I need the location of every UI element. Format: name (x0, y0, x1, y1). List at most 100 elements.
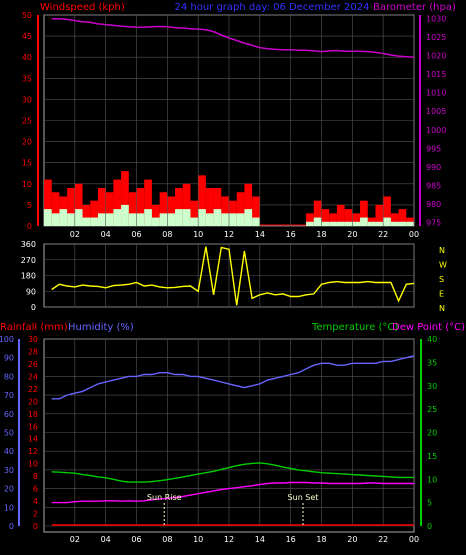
wind-y-tick: 50 (22, 11, 32, 20)
baro-y-tick: 1020 (426, 52, 446, 61)
baro-y-tick: 1005 (426, 107, 446, 116)
temp-x-tick: 12 (224, 535, 234, 544)
temperature-title: Temperature (°C) (311, 322, 398, 333)
wind-avg-bar (59, 209, 68, 226)
wind-x-tick: 16 (286, 230, 296, 239)
baro-y-tick: 1000 (426, 126, 446, 135)
humidity-line (51, 355, 415, 400)
sunrise-label: Sun Rise (147, 493, 182, 502)
humidity-title: Humidity (%) (68, 322, 134, 333)
wind-y-tick: 5 (27, 201, 32, 210)
rain-y-tick: 22 (28, 385, 38, 394)
temp-y-tick: 40 (427, 335, 437, 344)
wind-avg-bar (313, 217, 322, 226)
temp-x-tick: 02 (70, 535, 80, 544)
wind-avg-bar (336, 221, 345, 226)
humidity-y-tick: 30 (4, 466, 14, 475)
baro-y-tick: 1010 (426, 89, 446, 98)
wind-x-tick: 08 (162, 230, 172, 239)
compass-label: W (439, 261, 447, 270)
compass-label: E (439, 290, 444, 299)
baro-y-tick: 980 (426, 200, 441, 209)
wind-avg-bar (105, 213, 114, 226)
wind-y-tick: 35 (22, 74, 32, 83)
humidity-y-tick: 70 (4, 391, 14, 400)
wind-avg-bar (406, 221, 414, 226)
wind-avg-bar (383, 217, 391, 226)
temp-y-tick: 0 (427, 522, 432, 531)
wind-y-tick: 15 (22, 159, 32, 168)
humidity-y-tick: 0 (9, 522, 14, 531)
wind-x-tick: 12 (224, 230, 234, 239)
wind-avg-bar (121, 204, 129, 226)
wind-x-tick: 22 (378, 230, 388, 239)
wind-y-tick: 45 (22, 32, 32, 41)
dewpoint-line (51, 481, 414, 504)
wind-avg-bar (182, 209, 191, 226)
wind-avg-bar (97, 213, 106, 226)
barometer-line (51, 17, 415, 58)
baro-y-tick: 995 (426, 144, 441, 153)
rain-y-tick: 6 (33, 485, 38, 494)
temp-x-tick: 20 (347, 535, 357, 544)
wind-avg-bar (190, 217, 199, 226)
wind-x-tick: 06 (131, 230, 141, 239)
temp-x-tick: 04 (101, 535, 111, 544)
temp-y-tick: 15 (427, 452, 437, 461)
wind-avg-bar (221, 213, 229, 226)
baro-y-tick: 975 (426, 218, 441, 227)
wind-avg-bar (236, 213, 245, 226)
humidity-y-tick: 90 (4, 354, 14, 363)
dewpoint-title: Dew Point (°C) (392, 322, 465, 333)
wind-avg-bar (352, 221, 361, 226)
wind-avg-bar (390, 221, 399, 226)
wind-avg-bar (74, 209, 83, 226)
temp-y-tick: 35 (427, 358, 437, 367)
wind-x-tick: 02 (70, 230, 80, 239)
rain-y-tick: 28 (28, 347, 38, 356)
rain-y-tick: 26 (28, 360, 38, 369)
wind-x-tick: 20 (347, 230, 357, 239)
barometer-title: Barometer (hpa) (373, 2, 456, 13)
wind-x-tick: 14 (255, 230, 265, 239)
dir-y-tick: 0 (31, 303, 36, 312)
wind-x-tick: 18 (316, 230, 326, 239)
rain-y-tick: 14 (28, 435, 38, 444)
rain-y-tick: 10 (28, 460, 38, 469)
rain-y-tick: 24 (28, 372, 38, 381)
wind-y-tick: 30 (22, 95, 32, 104)
wind-direction-line (51, 246, 415, 306)
wind-avg-bar (398, 221, 407, 226)
wind-x-tick: 00 (409, 230, 419, 239)
rain-y-tick: 18 (28, 410, 38, 419)
wind-avg-bar (306, 221, 314, 226)
temp-x-tick: 10 (193, 535, 203, 544)
temp-x-tick: 18 (316, 535, 326, 544)
compass-label: N (439, 246, 445, 255)
wind-avg-bar (90, 217, 98, 226)
wind-avg-bar (128, 213, 137, 226)
windspeed-title: Windspeed (kph) (40, 2, 125, 13)
rain-y-tick: 8 (33, 472, 38, 481)
temp-x-tick: 06 (131, 535, 141, 544)
temp-y-tick: 25 (427, 405, 437, 414)
wind-avg-bar (375, 221, 384, 226)
wind-avg-bar (198, 209, 206, 226)
wind-avg-bar (213, 209, 222, 226)
wind-avg-bar (151, 217, 160, 226)
wind-y-tick: 25 (22, 117, 32, 126)
wind-avg-bar (367, 221, 376, 226)
wind-avg-bar (159, 213, 168, 226)
humidity-y-tick: 100 (0, 335, 14, 344)
wind-y-tick: 0 (27, 222, 32, 231)
rain-y-tick: 2 (33, 510, 38, 519)
wind-avg-bar (113, 209, 122, 226)
humidity-y-tick: 60 (4, 410, 14, 419)
wind-avg-bar (244, 209, 253, 226)
temp-y-tick: 5 (427, 499, 432, 508)
wind-avg-bar (252, 217, 260, 226)
humidity-y-tick: 50 (4, 429, 14, 438)
graph-date-title: 24 hour graph day: 06 December 2024 (174, 2, 369, 13)
baro-y-tick: 990 (426, 163, 441, 172)
weather-graph: Windspeed (kph) 24 hour graph day: 06 De… (0, 2, 465, 544)
